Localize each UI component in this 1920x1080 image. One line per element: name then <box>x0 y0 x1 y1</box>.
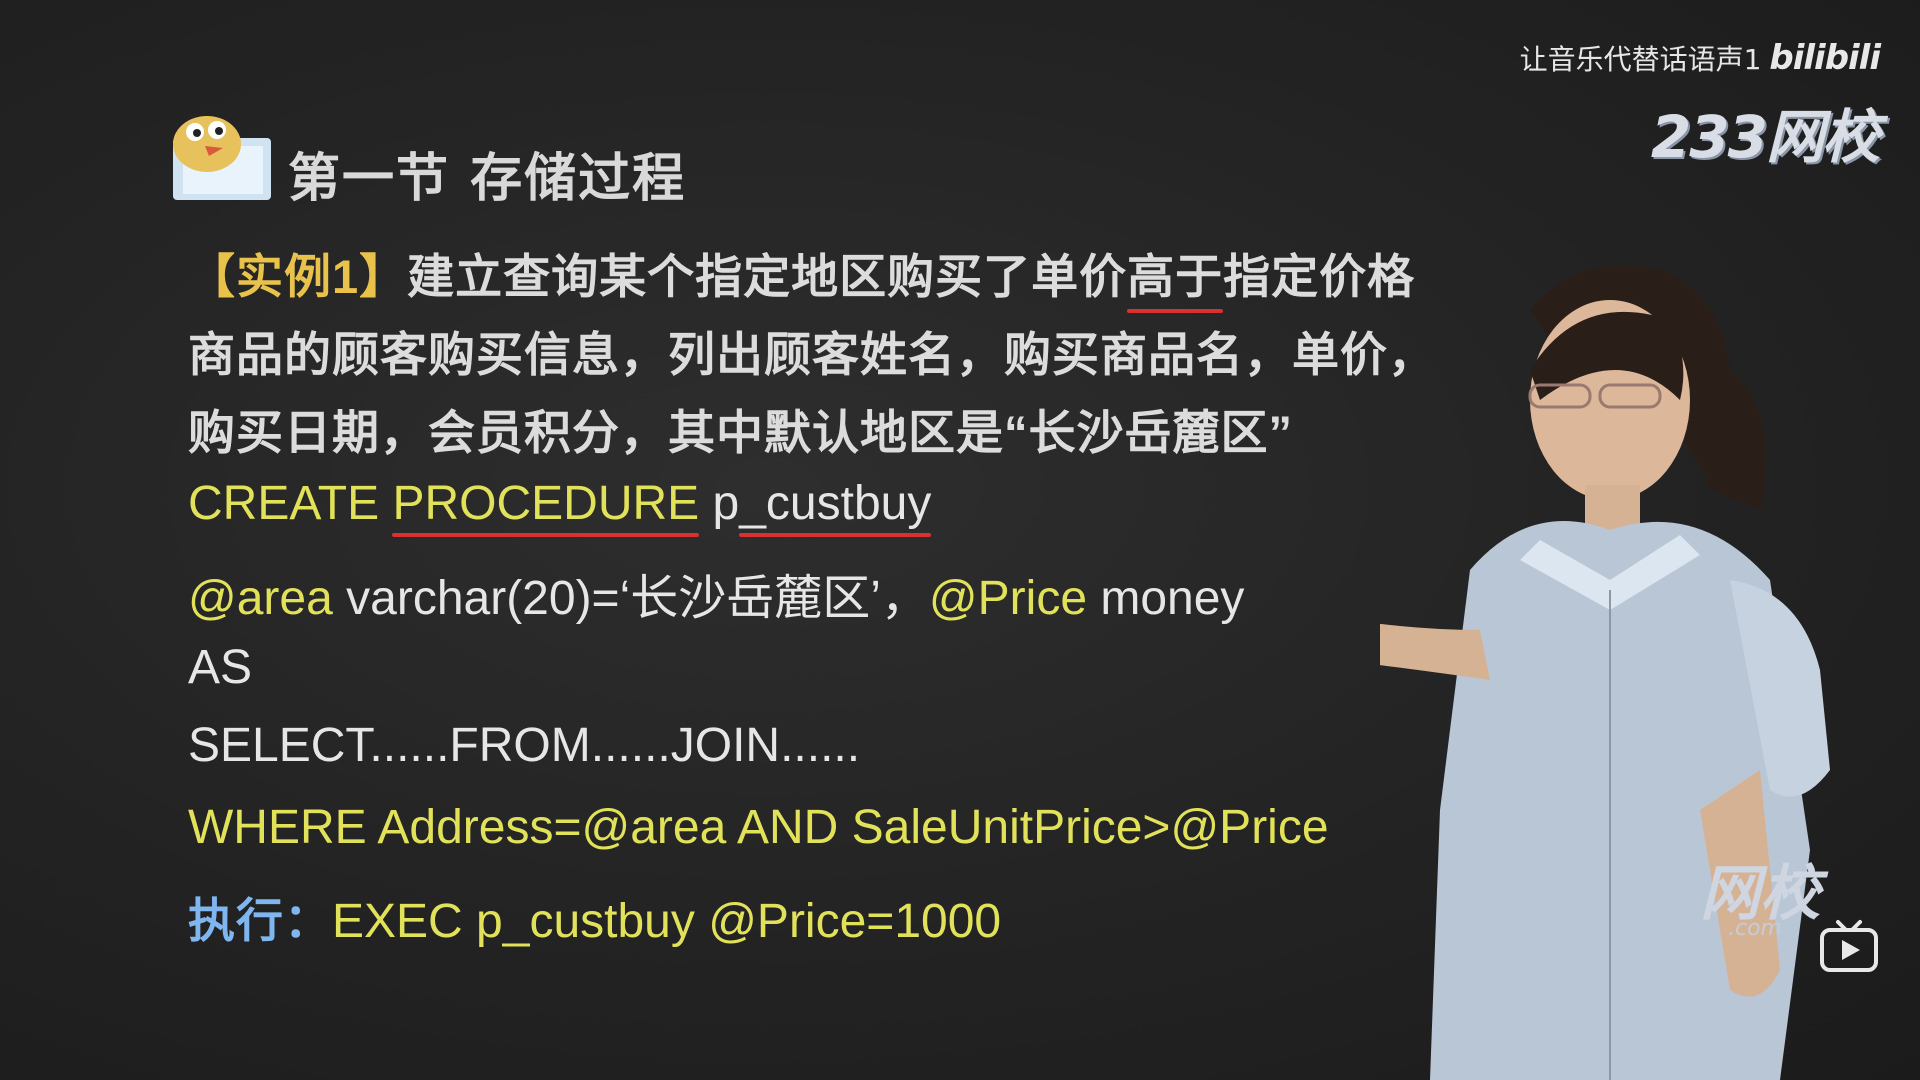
section-title: 第一节 存储过程 <box>288 149 687 209</box>
bilibili-logo: bilibili <box>1769 38 1881 78</box>
code-param-price-type: money <box>1087 572 1245 625</box>
problem-text-a: 建立查询某个指定地区购买了单价 <box>407 250 1128 303</box>
code-param-area: @area <box>188 572 333 625</box>
problem-line-3: 购买日期，会员积分，其中默认地区是“长沙岳麓区” <box>188 406 1293 459</box>
code-params: @area varchar(20)=‘长沙岳麓区’，@Price money <box>188 558 1244 628</box>
code-proc-prefix: p <box>712 477 740 530</box>
highlight-higher: 高于 <box>1127 238 1224 313</box>
code-create-keyword: CREATE <box>188 477 393 530</box>
exec-label: 执行： <box>188 894 332 947</box>
code-as: AS <box>188 641 253 694</box>
watermark-text: 让音乐代替话语声1 <box>1519 43 1762 76</box>
code-select: SELECT......FROM......JOIN...... <box>188 719 861 772</box>
code-exec: 执行：EXEC p_custbuy @Price=1000 <box>188 882 1001 951</box>
mascot-icon <box>173 116 271 200</box>
problem-line-1: 【实例1】建立查询某个指定地区购买了单价高于指定价格 <box>188 238 1415 313</box>
code-where: WHERE Address=@area AND SaleUnitPrice>@P… <box>188 801 1329 854</box>
problem-line-2: 商品的顾客购买信息，列出顾客姓名，购买商品名，单价， <box>188 328 1436 381</box>
code-procedure-keyword: PROCEDURE <box>392 477 700 537</box>
code-create-procedure: CREATE PROCEDURE p_custbuy <box>188 476 932 537</box>
exec-keyword: EXEC <box>332 895 477 948</box>
school-logo: 233网校 <box>1650 103 1880 171</box>
code-proc-name: _custbuy <box>739 477 932 537</box>
watermark: 让音乐代替话语声1 bilibili <box>1519 38 1881 78</box>
right-logo-com: .com <box>1728 916 1782 941</box>
code-param-area-def: varchar(20)=‘长沙岳麓区’， <box>332 572 929 625</box>
example-tag: 【实例1】 <box>188 250 408 303</box>
code-param-price: @Price <box>928 572 1088 625</box>
tv-play-icon[interactable] <box>1818 918 1880 974</box>
exec-call: p_custbuy @Price=1000 <box>476 895 1002 948</box>
